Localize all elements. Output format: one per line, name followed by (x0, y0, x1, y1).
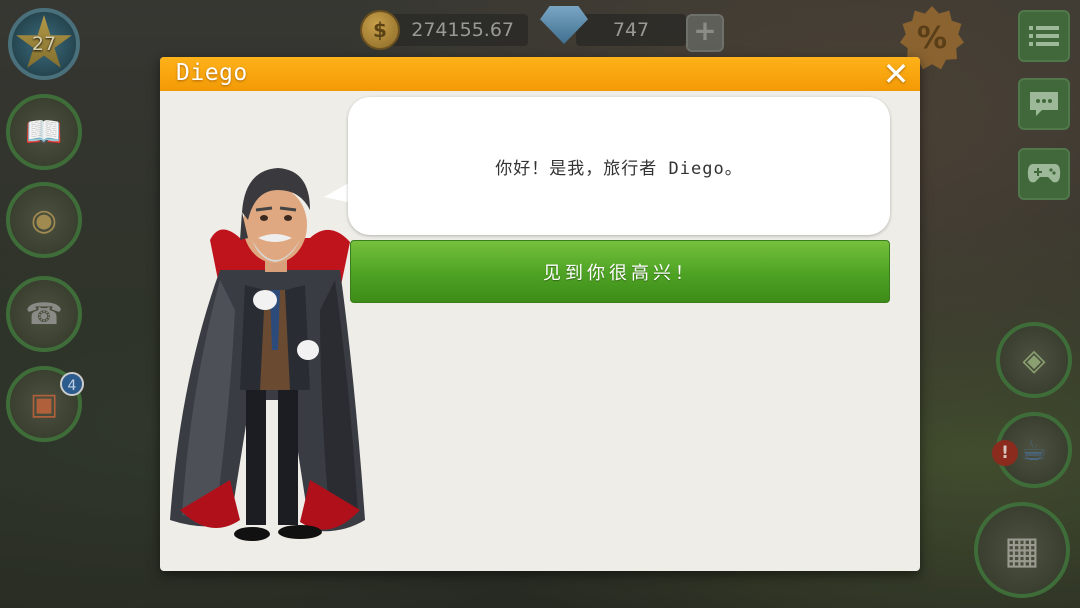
coin-value: 274155.67 (386, 14, 528, 46)
coin-icon: $ (360, 10, 400, 50)
alert-badge: ! (992, 440, 1018, 466)
chat-icon (1030, 92, 1058, 116)
gem-counter: 747 + (540, 6, 726, 52)
gamepad-icon (1027, 164, 1061, 183)
gamepad-button[interactable] (1018, 148, 1070, 200)
phone-icon: ☎ (25, 296, 63, 332)
food-bag-icon: ◉ (30, 202, 58, 238)
gift-icon: ▣ (29, 386, 59, 422)
dialog-header: Diego ✕ (160, 57, 920, 91)
cash-register-button[interactable]: ▦ (974, 502, 1070, 598)
phone-button[interactable]: ☎ (6, 276, 82, 352)
list-menu-button[interactable] (1018, 10, 1070, 62)
speech-text: 你好！是我，旅行者 Diego。 (495, 158, 743, 179)
close-button[interactable]: ✕ (878, 57, 914, 91)
book-button[interactable]: 📖 (6, 94, 82, 170)
gem-value: 747 (576, 14, 686, 46)
level-number: 27 (31, 33, 57, 55)
cash-register-icon: ▦ (1004, 528, 1040, 572)
level-badge[interactable]: 27 (8, 8, 80, 80)
speech-bubble: 你好！是我，旅行者 Diego。 (348, 97, 890, 235)
diego-character (170, 168, 365, 541)
chat-button[interactable] (1018, 78, 1070, 130)
coin-counter: 274155.67 $ (360, 10, 528, 50)
reply-button[interactable]: 见到你很高兴！ (350, 240, 890, 303)
map-button[interactable]: ◈ (996, 322, 1072, 398)
map-icon: ◈ (1022, 342, 1046, 378)
dialog-title: Diego (176, 60, 248, 86)
book-icon: 📖 (25, 114, 63, 150)
food-bag-button[interactable]: ◉ (6, 182, 82, 258)
list-icon (1029, 26, 1059, 46)
gift-count-badge: 4 (60, 372, 84, 396)
coffee-icon: ☕ (1020, 432, 1048, 468)
add-gems-button[interactable]: + (686, 14, 724, 52)
